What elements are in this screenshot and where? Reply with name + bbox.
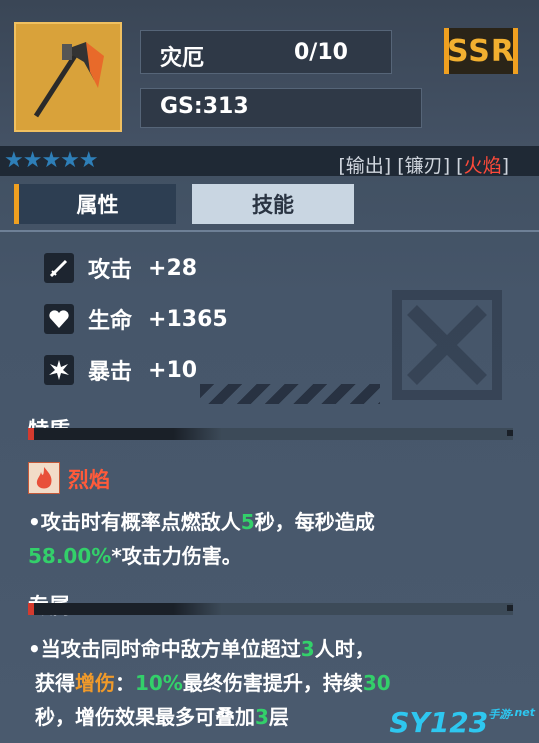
section-bar: [28, 428, 513, 440]
rarity-badge: SSR: [444, 28, 518, 74]
sword-icon: [44, 253, 74, 283]
trait-description: •攻击时有概率点燃敌人5秒，每秒造成 58.00%*攻击力伤害。: [28, 510, 375, 568]
divider: [0, 230, 539, 232]
tab-skills[interactable]: 技能: [192, 184, 354, 224]
gear-score: GS:313: [160, 94, 249, 119]
stat-row-attack: 攻击 +28: [44, 252, 197, 284]
site-watermark-logo: SY123手游.net: [389, 706, 535, 739]
stat-label: 攻击: [88, 258, 133, 283]
stat-row-crit: 暴击 +10: [44, 354, 197, 386]
heart-icon: [44, 304, 74, 334]
scythe-icon: [33, 42, 104, 118]
item-level: 0/10: [294, 40, 348, 65]
item-tags: [输出] [镰刃] [火焰]: [338, 155, 509, 177]
decor-stripe: [200, 384, 380, 404]
trait-name: 烈焰: [68, 468, 110, 492]
section-bar: [28, 603, 513, 615]
star-rating: ★★★★★: [4, 148, 99, 173]
tag-output: 输出: [345, 155, 384, 177]
burst-icon: [44, 355, 74, 385]
tag-scythe: 镰刃: [404, 155, 443, 177]
item-portrait: [14, 22, 122, 132]
flame-icon: [28, 462, 60, 494]
stat-value: +10: [148, 357, 198, 383]
stat-label: 暴击: [88, 360, 133, 385]
tab-attributes[interactable]: 属性: [14, 184, 176, 224]
crossed-swords-emblem-icon: [392, 290, 502, 400]
stat-row-hp: 生命 +1365: [44, 303, 228, 335]
stat-value: +1365: [148, 306, 228, 332]
item-name: 灾厄: [160, 46, 205, 71]
tag-fire: 火焰: [463, 155, 502, 177]
stat-label: 生命: [88, 309, 133, 334]
stat-value: +28: [148, 255, 198, 281]
